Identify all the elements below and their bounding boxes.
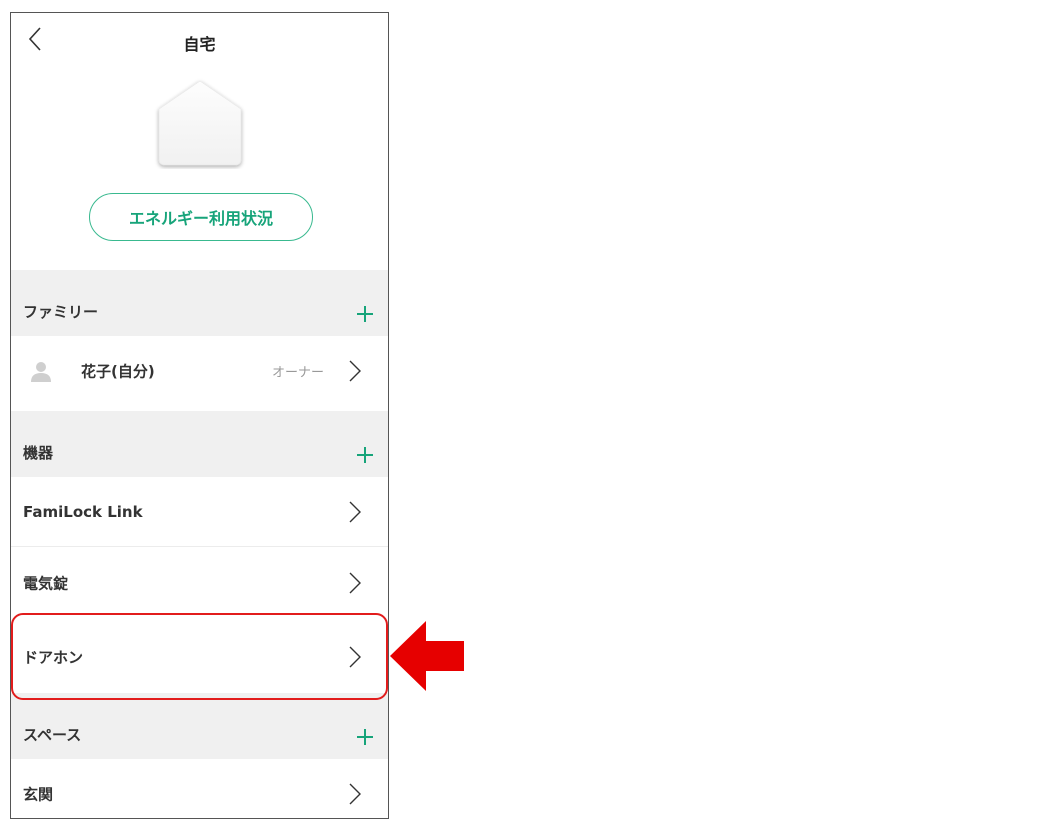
devices-section-title: 機器 xyxy=(23,444,54,462)
phone-screen: 自宅 エネルギー利用状況 ファミリー 花子(自分) オーナー 機器 FamiLo… xyxy=(10,12,389,819)
space-label: 玄関 xyxy=(23,785,54,804)
top-bar: 自宅 xyxy=(11,13,388,69)
family-section-header: ファミリー xyxy=(11,270,388,336)
add-space-plus-icon[interactable] xyxy=(354,726,376,748)
chevron-right-icon xyxy=(349,646,361,668)
chevron-right-icon xyxy=(349,501,361,523)
row-divider xyxy=(11,546,388,547)
add-device-plus-icon[interactable] xyxy=(354,444,376,466)
family-section-title: ファミリー xyxy=(23,303,99,321)
chevron-right-icon xyxy=(349,783,361,805)
device-label: 電気錠 xyxy=(23,574,69,593)
red-arrow-icon xyxy=(390,621,464,691)
device-label: FamiLock Link xyxy=(23,503,143,521)
device-row-electric-lock[interactable]: 電気錠 xyxy=(11,548,388,618)
family-member-row[interactable]: 花子(自分) オーナー xyxy=(11,336,388,406)
chevron-right-icon xyxy=(349,360,361,382)
device-row-doorphone[interactable]: ドアホン xyxy=(11,622,388,692)
family-member-role: オーナー xyxy=(271,365,324,381)
devices-section-header: 機器 xyxy=(11,411,388,477)
device-row-famlock-link[interactable]: FamiLock Link xyxy=(11,477,388,547)
space-row-entrance[interactable]: 玄関 xyxy=(11,759,388,818)
add-family-plus-icon[interactable] xyxy=(354,303,376,325)
energy-usage-label: エネルギー利用状況 xyxy=(128,209,273,228)
device-label: ドアホン xyxy=(23,648,84,667)
energy-usage-button[interactable]: エネルギー利用状況 xyxy=(89,193,313,241)
chevron-right-icon xyxy=(349,572,361,594)
spaces-section-header: スペース xyxy=(11,693,388,759)
page-title: 自宅 xyxy=(183,35,216,54)
avatar-icon xyxy=(31,362,51,382)
spaces-section-title: スペース xyxy=(23,726,82,744)
family-member-name: 花子(自分) xyxy=(81,362,155,381)
house-icon xyxy=(154,77,246,169)
